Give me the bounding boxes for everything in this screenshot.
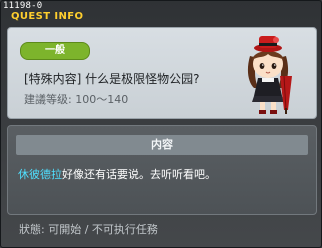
npc-name-link[interactable]: 休彼德拉 (18, 168, 62, 181)
quest-status: 狀態: 可開始 / 不可执行任務 (19, 223, 158, 236)
quest-summary-panel: 一般 [特殊内容] 什么是极限怪物公园? 建議等级: 100～140 (7, 27, 317, 119)
quest-id: 11198-0 (3, 1, 43, 11)
quest-name: [特殊内容] 什么是极限怪物公园? (24, 72, 200, 86)
quest-content-panel: 内容 休彼德拉好像还有话要说。去听听看吧。 (7, 125, 317, 215)
quest-info-window: 11198-0 QUEST INFO 一般 [特殊内容] 什么是极限怪物公园? … (0, 0, 322, 248)
content-header: 内容 (16, 135, 308, 155)
category-badge: 一般 (20, 42, 90, 60)
content-text-body: 好像还有话要说。去听听看吧。 (62, 168, 216, 181)
level-requirement: 建議等级: 100～140 (24, 93, 129, 106)
npc-portrait-icon (247, 36, 292, 114)
content-text: 休彼德拉好像还有话要说。去听听看吧。 (18, 166, 216, 182)
window-title: QUEST INFO (11, 11, 84, 22)
